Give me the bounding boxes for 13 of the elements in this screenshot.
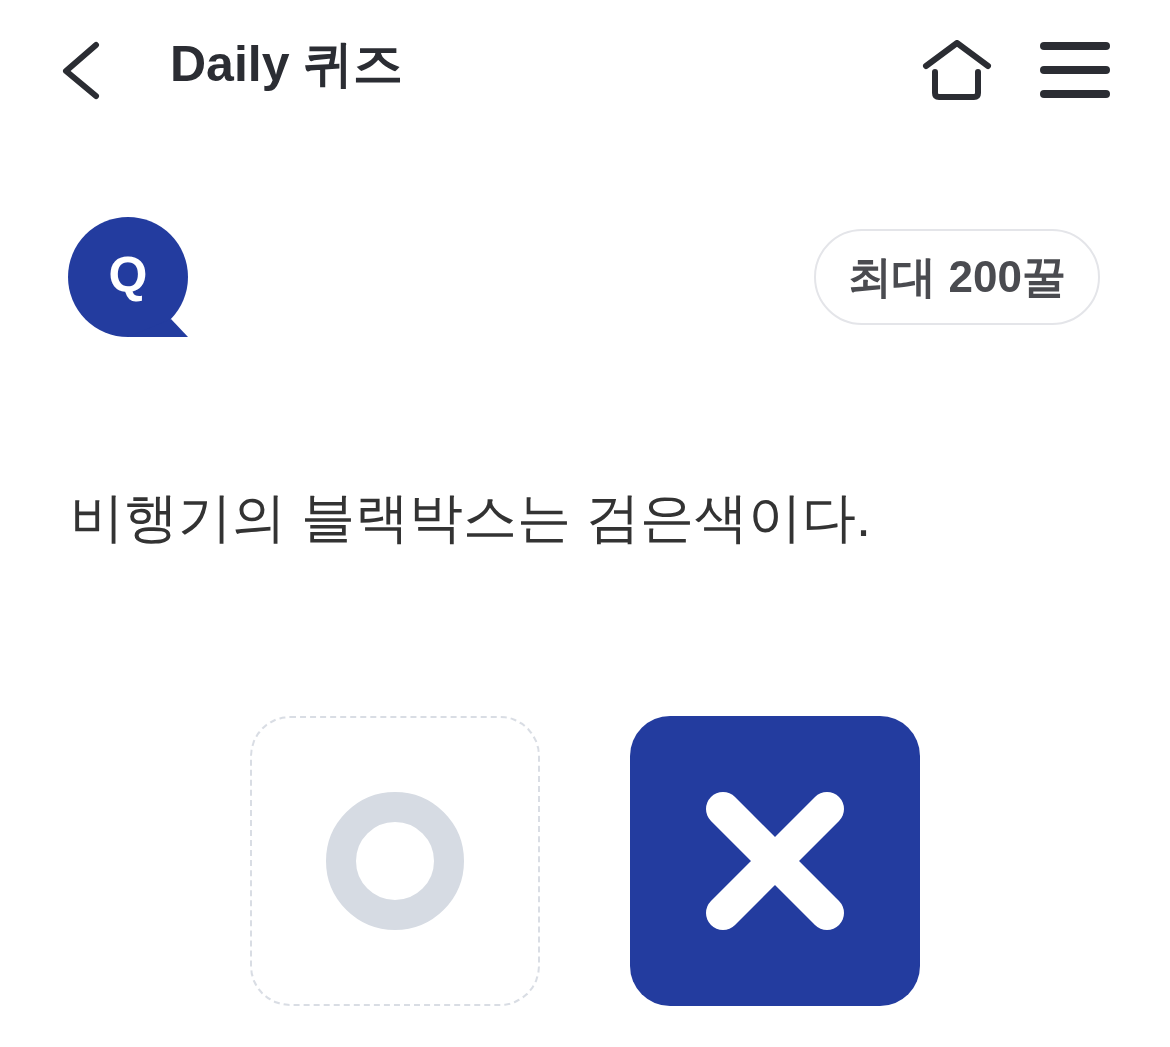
back-button[interactable] bbox=[62, 40, 101, 100]
question-text: 비행기의 블랙박스는 검은색이다. bbox=[70, 486, 871, 549]
menu-icon bbox=[1040, 42, 1110, 98]
menu-button[interactable] bbox=[1040, 42, 1110, 98]
x-answer-button[interactable] bbox=[630, 716, 920, 1006]
home-button[interactable] bbox=[922, 40, 992, 100]
home-icon bbox=[922, 40, 992, 100]
x-mark-icon bbox=[706, 792, 844, 930]
reward-pill: 최대 200꿀 bbox=[814, 229, 1100, 325]
ring-icon bbox=[326, 792, 464, 930]
back-icon bbox=[62, 40, 101, 100]
page-title: Daily 퀴즈 bbox=[170, 35, 404, 94]
question-badge: Q bbox=[68, 217, 188, 337]
